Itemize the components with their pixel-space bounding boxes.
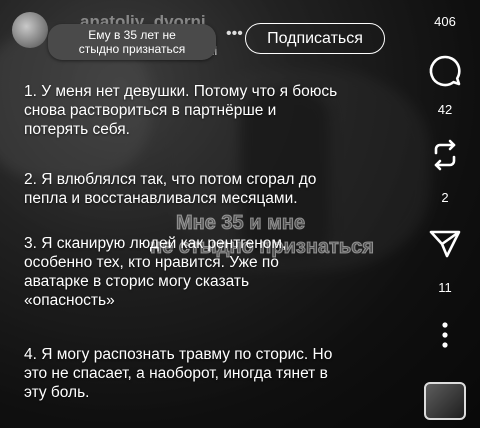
overlay-caption-line1: Мне 35 и мне	[175, 212, 306, 235]
more-options-icon[interactable]: •••	[226, 25, 243, 43]
action-rail: 406 42 2 11	[410, 0, 480, 428]
tooltip-text: Ему в 35 лет не стыдно признаться	[78, 28, 186, 56]
more-icon[interactable]	[426, 316, 464, 354]
reposts-count: 2	[441, 190, 449, 205]
caption-tooltip: Ему в 35 лет не стыдно признаться	[48, 24, 216, 60]
paragraph-1: 1. У меня нет девушки. Потому что я боюс…	[24, 83, 338, 138]
likes-count: 406	[434, 14, 456, 29]
comments-count: 42	[437, 102, 453, 117]
audio-thumbnail[interactable]	[424, 382, 466, 420]
repost-icon[interactable]	[426, 136, 464, 174]
overlay-caption-line2: не стыдно признаться	[150, 236, 375, 259]
comment-icon[interactable]	[426, 52, 464, 90]
paragraph-4: 4. Я могу распознать травму по сторис. Н…	[24, 346, 333, 401]
post-header: anatoliy_dvorni пі Ему в 35 лет не стыдн…	[0, 0, 410, 72]
paragraph-2: 2. Я влюблялся так, что потом сгорал до …	[24, 171, 317, 207]
subscribe-button[interactable]: Подписаться	[245, 23, 385, 54]
shares-count: 11	[438, 280, 452, 295]
share-icon[interactable]	[426, 224, 464, 262]
avatar[interactable]	[12, 12, 48, 48]
